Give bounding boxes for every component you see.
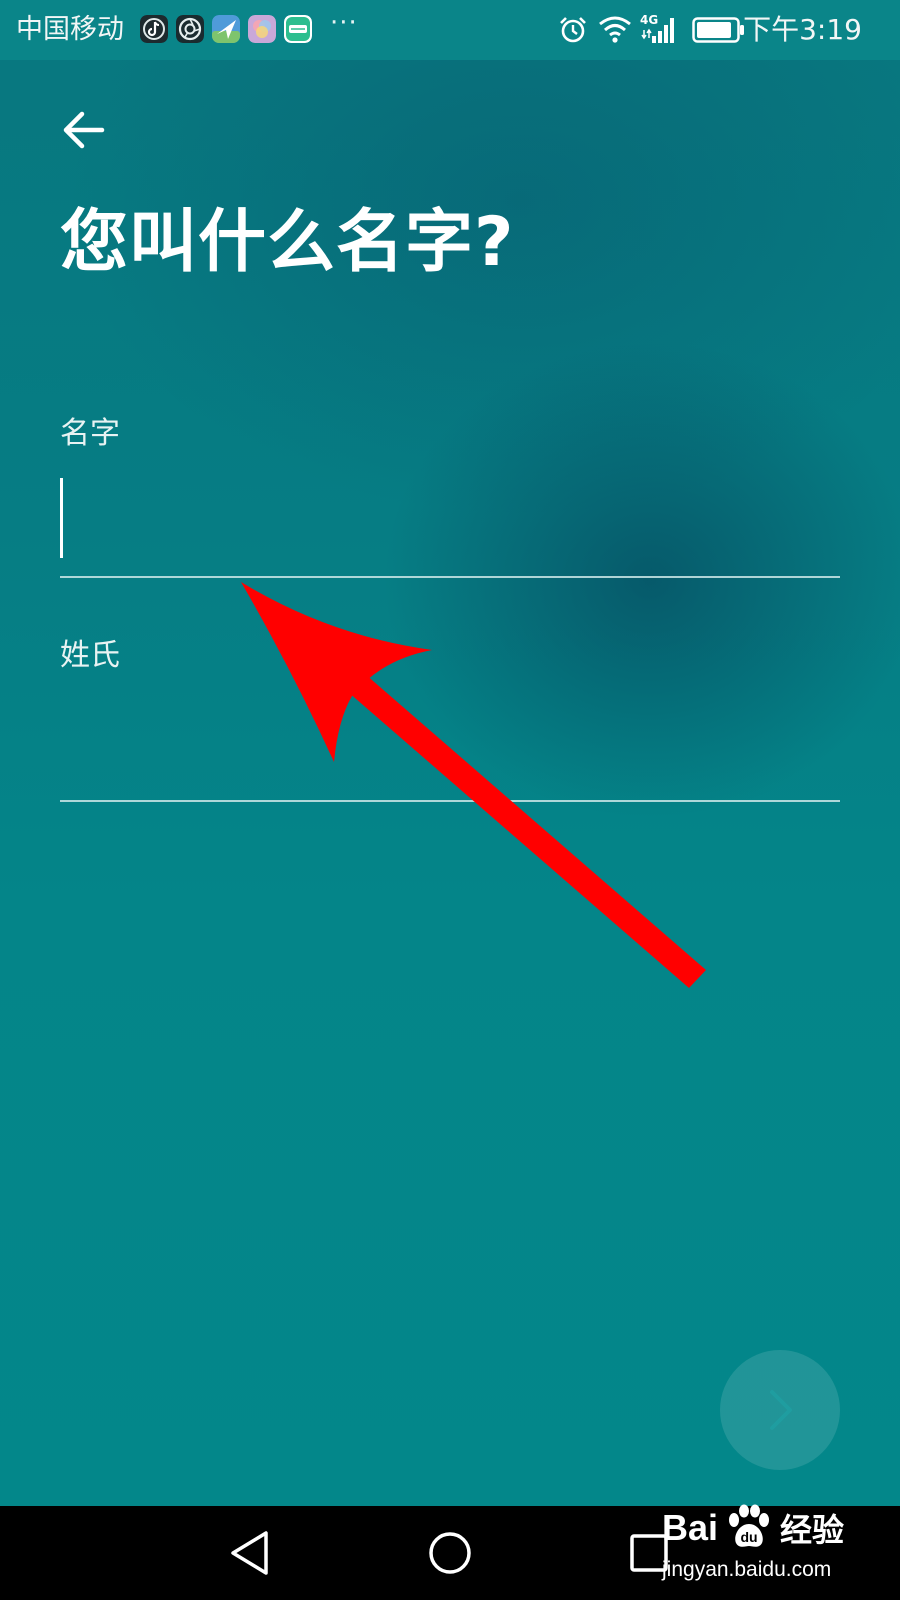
- meituan-icon: [284, 15, 312, 43]
- more-notifications-indicator: ···: [330, 8, 358, 38]
- watermark-url: jingyan.baidu.com: [662, 1558, 832, 1581]
- last-name-underline: [60, 800, 840, 802]
- tiktok-icon: [140, 15, 168, 43]
- watermark-brand-suffix: 经验: [780, 1511, 845, 1549]
- first-name-label: 名字: [60, 416, 120, 451]
- circle-home-icon: [429, 1532, 471, 1574]
- camera-app-icon: [176, 15, 204, 43]
- nav-back-button[interactable]: [200, 1506, 300, 1600]
- triangle-back-icon: [231, 1531, 268, 1575]
- first-name-underline: [60, 576, 840, 578]
- next-button[interactable]: [720, 1350, 840, 1470]
- notification-icons: [140, 15, 312, 43]
- svg-text:du: du: [740, 1529, 757, 1545]
- status-time: 下午3:19: [743, 13, 862, 46]
- gallery-app-icon: [248, 15, 276, 43]
- last-name-label: 姓氏: [60, 638, 120, 673]
- baidu-paw-icon: du: [729, 1504, 769, 1547]
- carrier-name: 中国移动: [16, 14, 124, 45]
- last-name-input[interactable]: [60, 690, 840, 780]
- wifi-icon: [599, 16, 631, 43]
- first-name-input[interactable]: [60, 470, 840, 560]
- baidu-jingyan-watermark: Bai du 经验 jingyan.baidu.com: [662, 1502, 852, 1594]
- nav-home-button[interactable]: [400, 1506, 500, 1600]
- watermark-brand-prefix: Bai: [662, 1507, 719, 1548]
- maps-icon: [212, 15, 240, 43]
- cellular-signal-icon: [641, 18, 674, 43]
- text-cursor: [60, 478, 63, 558]
- system-status-icons: 4G 下午3:19: [560, 0, 900, 60]
- status-bar: 中国移动 ··· 4G 下午3:19: [0, 0, 900, 60]
- chevron-right-icon: [770, 1390, 792, 1430]
- battery-icon: [692, 17, 744, 43]
- alarm-icon: [560, 17, 586, 43]
- back-button[interactable]: [56, 100, 116, 160]
- page-title: 您叫什么名字?: [60, 203, 515, 282]
- phone-screen: 中国移动 ··· 4G 下午3:19 您叫什么名字? 名字 姓氏 Bai du …: [0, 0, 900, 1600]
- arrow-left-icon: [63, 111, 105, 149]
